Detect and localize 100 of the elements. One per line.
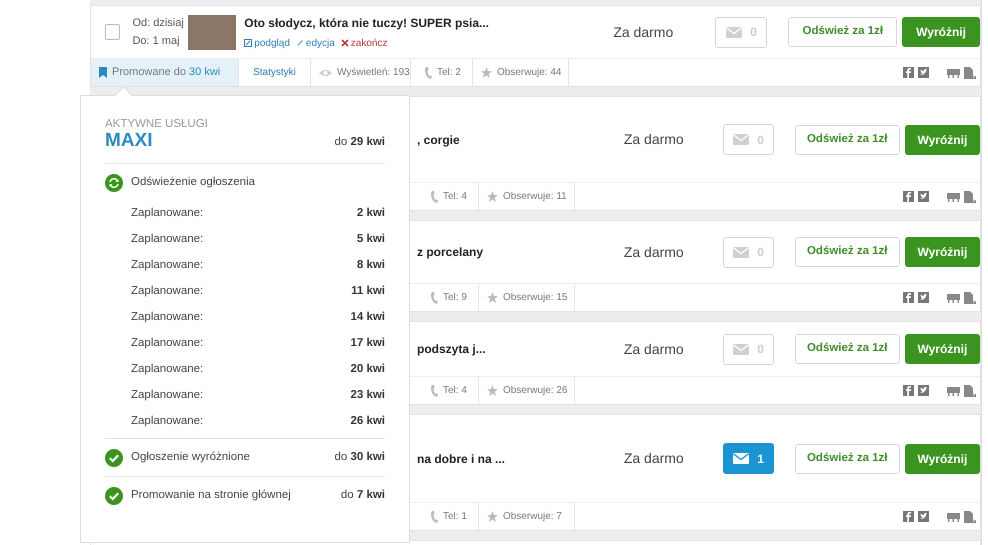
highlight-button[interactable]: Wyróżnij xyxy=(904,334,980,364)
table-icon xyxy=(947,192,960,202)
messages-button[interactable]: 1 xyxy=(723,443,774,474)
envelope-icon xyxy=(733,246,750,258)
schedule-date: 23 kwi xyxy=(350,388,385,404)
watchers-count: Obserwuje: 7 xyxy=(503,510,562,524)
listing-title: podszyta j... xyxy=(417,341,487,358)
envelope-icon xyxy=(726,26,742,38)
envelope-icon xyxy=(733,134,750,145)
bookmark-icon xyxy=(99,67,107,78)
watchers-count: Obserwuje: 11 xyxy=(503,190,567,204)
highlight-button[interactable]: Wyróżnij xyxy=(902,17,980,47)
highlight-button[interactable]: Wyróżnij xyxy=(904,237,980,267)
schedule-label: Zaplanowane: xyxy=(131,388,204,404)
statistics-link[interactable]: Statystyki xyxy=(253,65,296,80)
document-arrow-icon xyxy=(964,384,976,396)
listing-action-link[interactable]: podgląd xyxy=(244,36,290,50)
package-expiry: do 29 kwi xyxy=(334,134,385,150)
schedule-date: 14 kwi xyxy=(350,310,385,326)
facebook-icon xyxy=(903,292,914,303)
views-count: Wyświetleń: 193 xyxy=(337,66,410,80)
checkmark-icon xyxy=(105,486,123,504)
star-icon xyxy=(487,511,498,522)
price-label: Za darmo xyxy=(622,340,685,358)
phone-icon xyxy=(431,292,438,304)
twitter-icon xyxy=(918,511,929,522)
schedule-date: 11 kwi xyxy=(351,284,385,300)
price-label: Za darmo xyxy=(622,449,685,468)
service-expiry: do 30 kwi xyxy=(334,450,385,465)
square-icon xyxy=(244,39,252,47)
promoted-until-tab[interactable]: Promowane do 30 kwi xyxy=(91,59,239,86)
listing-action-link[interactable]: edycja xyxy=(296,36,335,50)
twitter-icon xyxy=(918,292,929,303)
price-label: Za darmo xyxy=(622,242,685,262)
table-icon xyxy=(947,292,960,302)
pencil-icon xyxy=(296,39,304,47)
schedule-label: Zaplanowane: xyxy=(131,414,204,430)
document-arrow-icon xyxy=(964,510,976,522)
date-to: Do: 1 maj xyxy=(132,34,181,49)
refresh-button[interactable]: Odśwież za 1zł xyxy=(794,124,900,154)
document-arrow-icon xyxy=(964,292,976,304)
highlight-button[interactable]: Wyróżnij xyxy=(904,444,980,474)
schedule-label: Zaplanowane: xyxy=(131,362,204,378)
refresh-button[interactable]: Odśwież za 1zł xyxy=(794,444,900,474)
refresh-button[interactable]: Odśwież za 1zł xyxy=(794,334,900,364)
phone-count: Tel: 2 xyxy=(437,66,461,80)
service-name: Promowanie na stronie głównej xyxy=(131,488,291,503)
envelope-icon xyxy=(733,453,750,464)
photo-placeholder xyxy=(188,14,236,50)
document-arrow-icon xyxy=(964,190,976,202)
date-from: Od: dzisiaj xyxy=(132,16,185,31)
schedule-date: 17 kwi xyxy=(350,336,385,352)
envelope-icon xyxy=(733,344,750,354)
phone-icon xyxy=(431,510,438,522)
schedule-label: Zaplanowane: xyxy=(131,206,204,222)
checkmark-icon xyxy=(105,448,123,466)
facebook-icon xyxy=(903,385,914,396)
close-icon xyxy=(340,39,349,47)
star-icon xyxy=(487,191,498,202)
price-label: Za darmo xyxy=(612,22,674,42)
service-name: Ogłoszenie wyróżnione xyxy=(131,450,250,465)
table-icon xyxy=(947,512,960,522)
phone-count: Tel: 1 xyxy=(443,510,467,524)
refresh-button[interactable]: Odśwież za 1zł xyxy=(794,237,900,267)
schedule-date: 2 kwi xyxy=(356,206,385,222)
twitter-icon xyxy=(918,67,929,78)
schedule-date: 20 kwi xyxy=(350,362,385,378)
listing-title: Oto słodycz, która nie tuczy! SUPER psia... xyxy=(244,14,490,32)
schedule-label: Zaplanowane: xyxy=(131,232,204,248)
schedule-date: 8 kwi xyxy=(356,258,385,274)
service-name: Odświeżenie ogłoszenia xyxy=(131,174,256,190)
watchers-count: Obserwuje: 15 xyxy=(503,291,568,305)
schedule-date: 5 kwi xyxy=(356,232,385,248)
twitter-icon xyxy=(918,191,929,202)
listing-action-link[interactable]: zakończ xyxy=(340,36,388,50)
star-icon xyxy=(487,292,498,303)
phone-icon xyxy=(431,190,438,202)
document-arrow-icon xyxy=(964,66,976,78)
watchers-count: Obserwuje: 44 xyxy=(497,66,562,80)
package-name: MAXI xyxy=(105,131,152,151)
listing-checkbox[interactable] xyxy=(105,24,120,40)
service-expiry: do 7 kwi xyxy=(340,488,385,503)
facebook-icon xyxy=(903,191,914,202)
schedule-label: Zaplanowane: xyxy=(131,336,204,352)
phone-icon xyxy=(425,66,432,78)
schedule-date: 26 kwi xyxy=(350,414,385,430)
phone-icon xyxy=(431,384,438,396)
facebook-icon xyxy=(903,67,914,78)
schedule-label: Zaplanowane: xyxy=(131,284,204,300)
listing-title: na dobre i na ... xyxy=(417,450,506,468)
schedule-label: Zaplanowane: xyxy=(131,258,204,274)
refresh-button[interactable]: Odśwież za 1zł xyxy=(788,17,898,47)
eye-icon xyxy=(319,68,332,76)
star-icon xyxy=(481,67,492,78)
listing-title: , corgie xyxy=(417,132,461,148)
listing-title: z porcelany xyxy=(417,244,484,261)
table-icon xyxy=(947,68,960,78)
twitter-icon xyxy=(918,385,929,396)
facebook-icon xyxy=(903,511,914,522)
highlight-button[interactable]: Wyróżnij xyxy=(904,124,980,154)
